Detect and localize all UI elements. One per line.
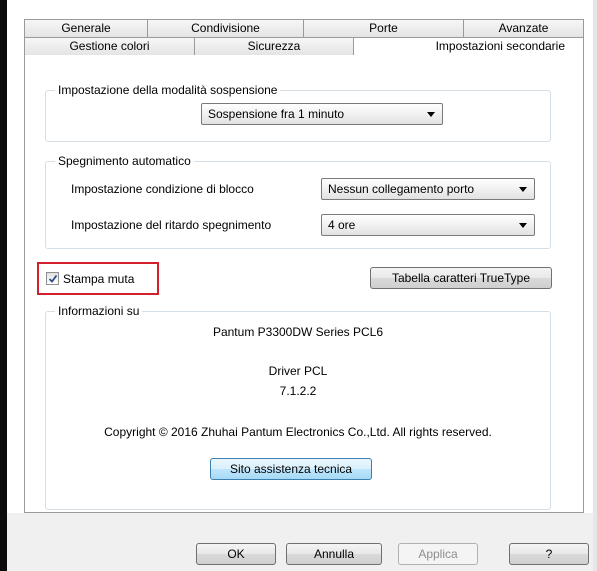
apply-button[interactable]: Applica — [398, 543, 478, 565]
tab-avanzate[interactable]: Avanzate — [464, 19, 584, 37]
chevron-down-icon — [519, 187, 527, 192]
checkmark-icon — [48, 274, 58, 283]
sleep-mode-select[interactable]: Sospensione fra 1 minuto — [201, 103, 443, 125]
silent-print-label: Stampa muta — [63, 272, 135, 286]
driver-version: 7.1.2.2 — [279, 384, 317, 398]
chevron-down-icon — [519, 223, 527, 228]
tab-sicurezza[interactable]: Sicurezza — [195, 37, 354, 55]
driver-type: Driver PCL — [268, 364, 328, 378]
chevron-down-icon — [427, 112, 435, 117]
tab-generale[interactable]: Generale — [24, 19, 148, 37]
cancel-button[interactable]: Annulla — [286, 543, 382, 565]
off-delay-label: Impostazione del ritardo spegnimento — [71, 218, 272, 232]
block-condition-value: Nessun collegamento porto — [328, 182, 475, 196]
sleep-group-legend: Impostazione della modalità sospensione — [55, 83, 281, 97]
silent-print-checkbox[interactable] — [46, 272, 59, 285]
copyright-text: Copyright © 2016 Zhuhai Pantum Electroni… — [104, 425, 492, 439]
truetype-table-button[interactable]: Tabella caratteri TrueType — [370, 267, 552, 289]
off-delay-value: 4 ore — [328, 218, 356, 232]
tab-condivisione[interactable]: Condivisione — [148, 19, 304, 37]
highlight-box: Stampa muta — [37, 262, 159, 295]
block-condition-label: Impostazione condizione di blocco — [71, 182, 254, 196]
tab-panel: Impostazione della modalità sospensione … — [24, 55, 584, 513]
tab-impostazioni-secondarie[interactable]: Impostazioni secondarie — [354, 37, 584, 55]
help-button[interactable]: ? — [509, 543, 589, 565]
tab-row-bottom: Gestione colori Sicurezza Impostazioni s… — [24, 37, 584, 55]
auto-off-group-legend: Spegnimento automatico — [55, 154, 194, 168]
tab-row-top: Generale Condivisione Porte Avanzate — [24, 19, 584, 37]
support-site-button[interactable]: Sito assistenza tecnica — [210, 458, 372, 480]
auto-off-group: Spegnimento automatico Impostazione cond… — [45, 154, 551, 249]
block-condition-select[interactable]: Nessun collegamento porto — [321, 178, 535, 200]
info-group: Informazioni su Pantum P3300DW Series PC… — [45, 304, 551, 510]
tab-porte[interactable]: Porte — [304, 19, 464, 37]
window-frame-right — [593, 0, 597, 571]
tab-gestione-colori[interactable]: Gestione colori — [24, 37, 195, 55]
ok-button[interactable]: OK — [196, 543, 276, 565]
sleep-group: Impostazione della modalità sospensione … — [45, 83, 551, 142]
window-frame-left — [0, 0, 7, 571]
printer-model: Pantum P3300DW Series PCL6 — [212, 325, 384, 339]
off-delay-select[interactable]: 4 ore — [321, 214, 535, 236]
info-group-legend: Informazioni su — [55, 304, 143, 318]
sleep-mode-value: Sospensione fra 1 minuto — [208, 107, 345, 121]
